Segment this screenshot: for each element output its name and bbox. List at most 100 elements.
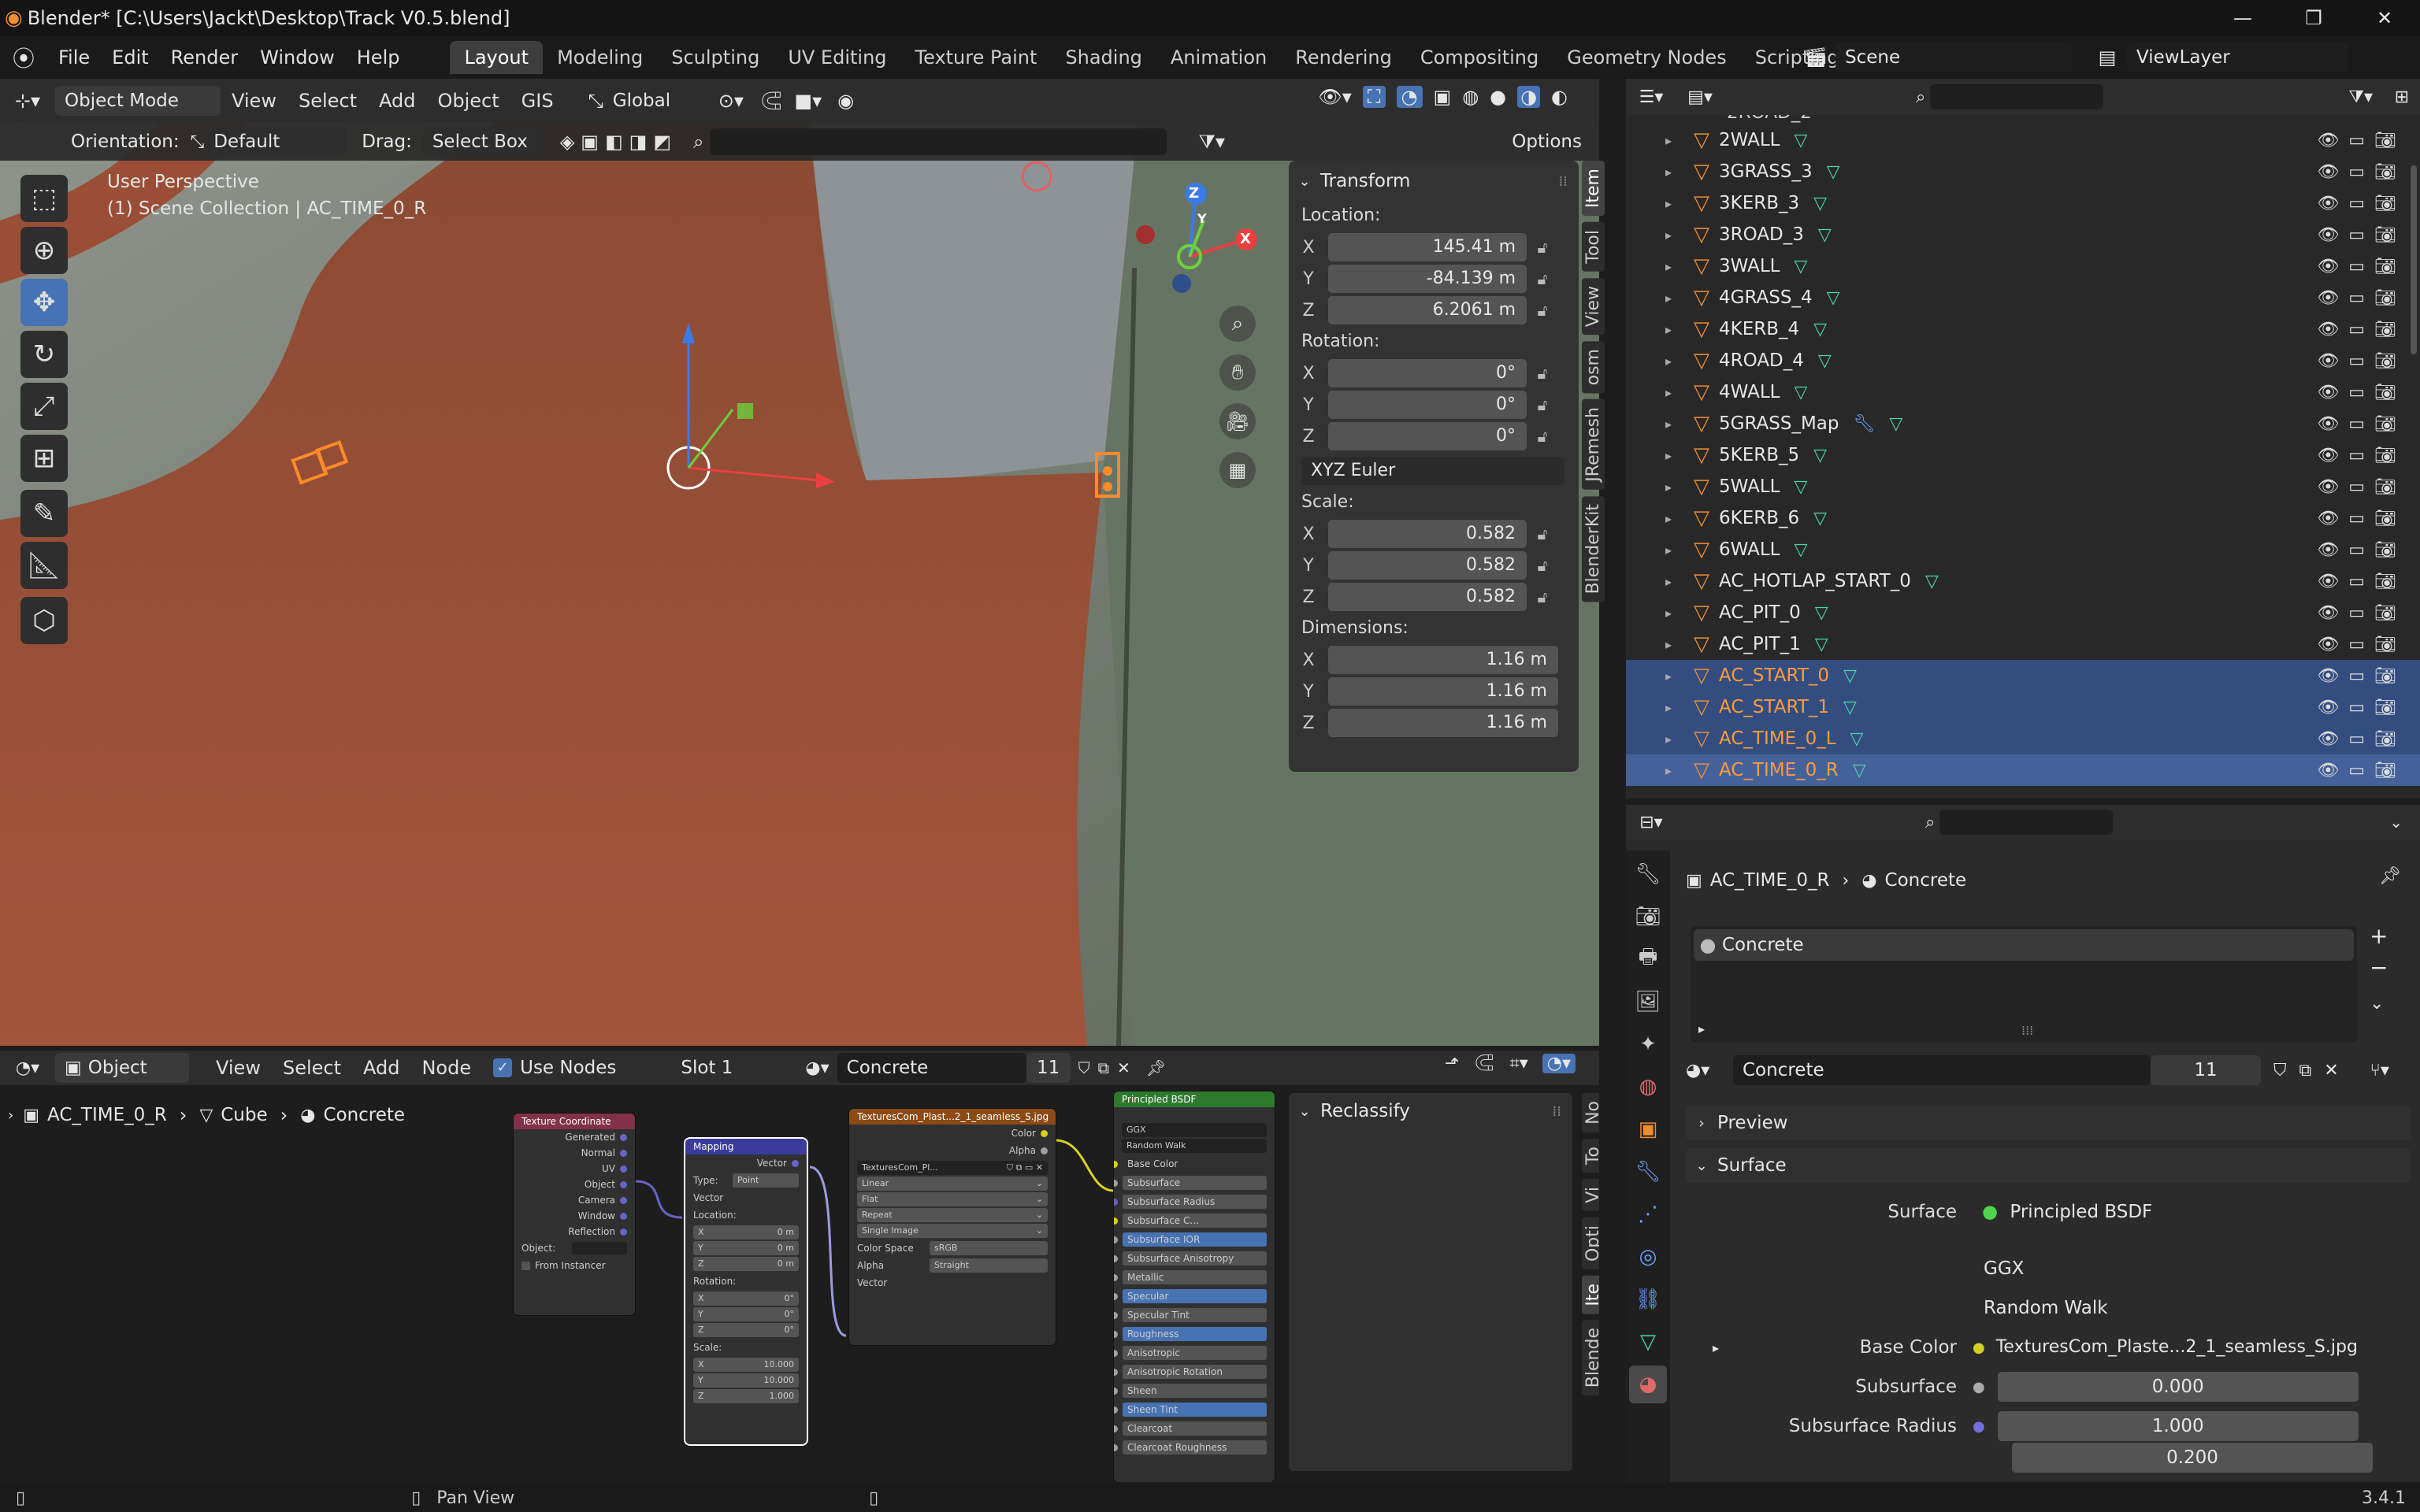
outliner-item-name[interactable]: 5GRASS_Map [1719, 413, 1839, 434]
view-layer-tab-icon[interactable]: 🖼︎ [1629, 983, 1667, 1021]
image-datablock-icons[interactable]: ⛉ ⧉ ▭ ✕ [1007, 1161, 1043, 1175]
xray-toggle-icon[interactable]: ▣ [1434, 86, 1452, 108]
menu-help[interactable]: Help [346, 36, 411, 79]
properties-search-icon[interactable]: ⌕ [1925, 813, 1935, 832]
bsdf-input-socket-icon[interactable] [1114, 1443, 1118, 1451]
viewport-disable-icon[interactable]: ▭ [2348, 698, 2365, 717]
select-mode-icons[interactable]: ◈▣◧◨◩ [560, 131, 677, 153]
base-color-expand-icon[interactable]: ▸ [1700, 1340, 1731, 1355]
properties-options-icon[interactable]: ⌄ [2389, 813, 2403, 832]
scene-icon[interactable]: 🎬︎ [1796, 46, 1835, 69]
bsdf-input-socket-icon[interactable] [1114, 1330, 1118, 1338]
viewport-disable-icon[interactable]: ▭ [2348, 131, 2365, 150]
node-menu-view[interactable]: View [205, 1051, 272, 1085]
render-disable-icon[interactable]: 📷︎ [2374, 446, 2396, 465]
outliner-row[interactable]: ▸ ▽ 2WALL ▽ 👁︎ ▭ 📷︎ [1626, 124, 2420, 156]
modifier-tab-icon[interactable]: 🔧︎ [1629, 1153, 1667, 1191]
vector-socket-icon[interactable] [620, 1133, 627, 1141]
snap-icon[interactable]: 🧲︎ [759, 90, 783, 112]
node-overlay-icon[interactable]: ◔▾ [1542, 1054, 1576, 1073]
zoom-icon[interactable]: ⌕ [1219, 306, 1256, 342]
render-disable-icon[interactable]: 📷︎ [2374, 509, 2396, 528]
mesh-data-icon[interactable]: ▽ [1818, 351, 1832, 371]
viewport-disable-icon[interactable]: ▭ [2348, 477, 2365, 497]
outliner-item-name[interactable]: 5KERB_5 [1719, 445, 1799, 465]
expand-arrow-icon[interactable]: ▸ [1653, 574, 1684, 589]
visibility-eye-icon[interactable]: 👁︎ [2317, 351, 2339, 371]
visibility-eye-icon[interactable]: 👁︎ [2317, 320, 2339, 339]
viewport-disable-icon[interactable]: ▭ [2348, 194, 2365, 213]
scene-selector[interactable]: Scene [1835, 43, 2072, 72]
color-socket-icon[interactable] [1041, 1129, 1048, 1137]
bsdf-input-socket-icon[interactable] [1114, 1236, 1118, 1243]
node-tab-tool[interactable]: To [1582, 1138, 1599, 1173]
scale-tool-icon[interactable]: ⤢ [20, 383, 68, 430]
visibility-eye-icon[interactable]: 👁︎ [2317, 540, 2339, 560]
parent-node-tree-icon[interactable]: ⬏ [1445, 1054, 1459, 1073]
visibility-eye-icon[interactable]: 👁︎ [2317, 635, 2339, 654]
constraints-tab-icon[interactable]: ⛓︎ [1629, 1280, 1667, 1318]
rotate-tool-icon[interactable]: ↻ [20, 331, 68, 378]
bsdf-distribution-selector[interactable]: GGX [1122, 1123, 1267, 1137]
visibility-eye-icon[interactable]: 👁︎ [2317, 666, 2339, 686]
tab-rendering[interactable]: Rendering [1281, 41, 1406, 74]
view-layer-selector[interactable]: ViewLayer [2127, 43, 2348, 72]
viewport-disable-icon[interactable]: ▭ [2348, 603, 2365, 623]
bsdf-input-row[interactable]: Subsurface Anisotropy [1114, 1249, 1275, 1268]
dimensions-y-field[interactable]: 1.16 m [1328, 677, 1558, 706]
expand-arrow-icon[interactable]: ▸ [1653, 480, 1684, 495]
mesh-data-icon[interactable]: ▽ [1794, 383, 1807, 402]
material-slot-list[interactable]: ● Concrete ▸ ⁞⁞⁞ [1691, 926, 2357, 1043]
menu-edit[interactable]: Edit [101, 36, 159, 79]
principled-bsdf-node[interactable]: Principled BSDF GGX Random Walk Base Col… [1114, 1091, 1275, 1482]
tab-uv-editing[interactable]: UV Editing [774, 41, 900, 74]
outliner-row[interactable]: ▸ ▽ AC_START_0 ▽ 👁︎ ▭ 📷︎ [1626, 660, 2420, 691]
sidebar-tab-osm[interactable]: osm [1582, 341, 1605, 394]
expand-arrow-icon[interactable]: ▸ [1653, 196, 1684, 211]
mesh-data-icon[interactable]: ▽ [1815, 603, 1828, 623]
render-disable-icon[interactable]: 📷︎ [2374, 225, 2396, 245]
rotation-z-field[interactable]: 0° [1328, 422, 1527, 450]
mapping-scale-field[interactable]: Z 1.000 [693, 1389, 799, 1403]
properties-editor-type-icon[interactable]: ⊟▾ [1626, 813, 1676, 832]
bsdf-input-socket-icon[interactable] [1114, 1292, 1118, 1300]
mesh-data-icon[interactable]: ▽ [1818, 225, 1832, 245]
visibility-eye-icon[interactable]: 👁︎ [2317, 383, 2339, 402]
sidebar-tab-item[interactable]: Item [1582, 161, 1605, 217]
slot-list-resize-icon[interactable]: ⁞⁞⁞ [2021, 1023, 2033, 1038]
sidebar-tab-view[interactable]: View [1582, 277, 1605, 335]
bsdf-input-row[interactable]: Metallic [1114, 1268, 1275, 1287]
rotation-mode-selector[interactable]: XYZ Euler [1301, 457, 1564, 485]
outliner-item-name[interactable]: AC_PIT_0 [1719, 602, 1801, 623]
outliner-row[interactable]: ▸ ▽ AC_TIME_0_R ▽ 👁︎ ▭ 📷︎ [1626, 754, 2420, 786]
outliner-row[interactable]: ▸ ▽ 5GRASS_Map 🔧︎ ▽ 👁︎ ▭ 📷︎ [1626, 408, 2420, 439]
mesh-data-icon[interactable]: ▽ [1843, 698, 1857, 717]
pan-hand-icon[interactable]: ✋︎ [1219, 354, 1256, 391]
lock-icon[interactable]: 🔓︎ [1527, 364, 1558, 383]
object-picker-field[interactable] [572, 1242, 627, 1254]
expand-arrow-icon[interactable]: ▸ [1653, 543, 1684, 558]
outliner-row[interactable]: ▸ ▽ 5KERB_5 ▽ 👁︎ ▭ 📷︎ [1626, 439, 2420, 471]
outliner-row[interactable]: ▸ ▽ AC_HOTLAP_START_0 ▽ 👁︎ ▭ 📷︎ [1626, 565, 2420, 597]
viewport-menu-select[interactable]: Select [288, 79, 368, 123]
lock-icon[interactable]: 🔓︎ [1527, 524, 1558, 543]
outliner-row[interactable]: ▸ ▽ AC_PIT_1 ▽ 👁︎ ▭ 📷︎ [1626, 628, 2420, 660]
surface-shader-field[interactable]: ● Principled BSDF [1973, 1197, 2366, 1227]
mapping-location-field[interactable]: Z 0 m [693, 1257, 799, 1271]
lock-icon[interactable]: 🔓︎ [1527, 301, 1558, 320]
proportional-edit-icon[interactable]: ◉ [837, 90, 854, 112]
node-material-browse-icon[interactable]: ◕▾ [805, 1058, 829, 1078]
outliner-item-name[interactable]: 3WALL [1719, 256, 1780, 276]
reclassify-collapse-icon[interactable]: ⌄ [1289, 1103, 1320, 1120]
mapping-location-field[interactable]: Y 0 m [693, 1241, 799, 1255]
blender-menu-icon[interactable]: ⦿ [0, 42, 47, 73]
bsdf-input-socket-icon[interactable] [1114, 1217, 1118, 1225]
select-box-tool-icon[interactable]: ⬚ [20, 175, 68, 222]
bsdf-input-socket-icon[interactable] [1114, 1368, 1118, 1376]
outliner-item-name[interactable]: AC_START_0 [1719, 665, 1829, 686]
preview-expand-icon[interactable]: › [1686, 1115, 1717, 1132]
data-tab-icon[interactable]: ▽ [1629, 1323, 1667, 1361]
view-layer-icon[interactable]: ▤ [2088, 46, 2127, 69]
world-tab-icon[interactable]: ◍ [1629, 1068, 1667, 1106]
render-disable-icon[interactable]: 📷︎ [2374, 635, 2396, 654]
